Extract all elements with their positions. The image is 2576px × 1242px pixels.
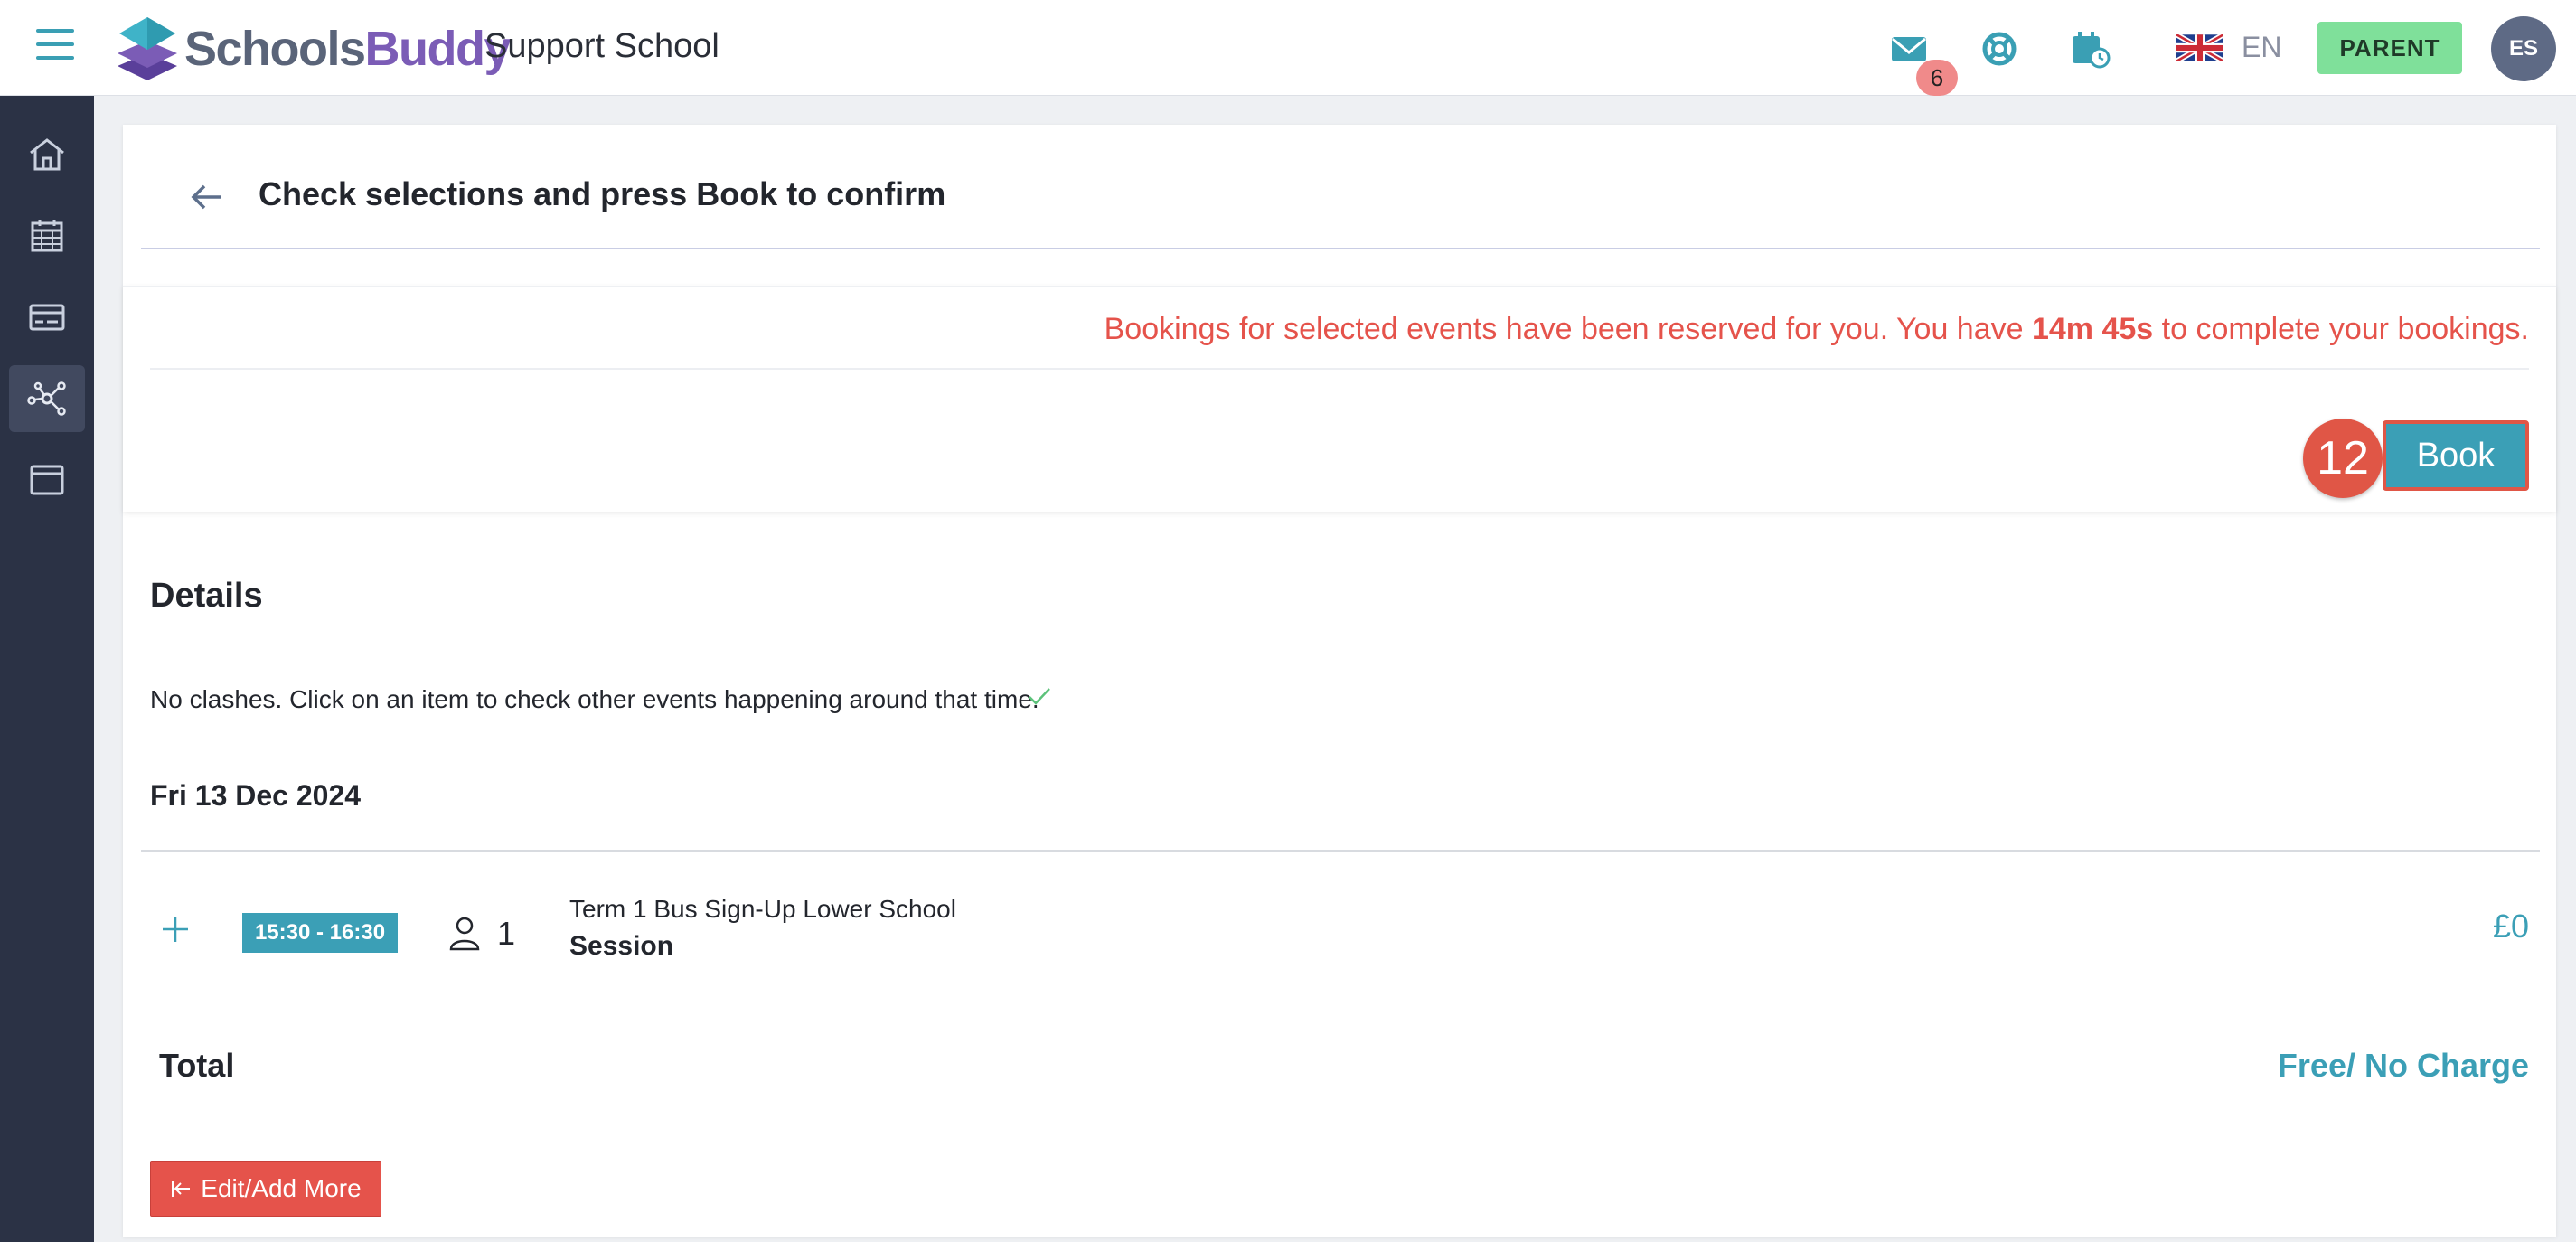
schoolsbuddy-logo[interactable]: SchoolsBuddy xyxy=(116,13,512,85)
unread-mail-badge: 6 xyxy=(1916,60,1958,96)
check-icon xyxy=(1029,688,1050,705)
role-switch-button[interactable]: PARENT xyxy=(2317,22,2462,74)
logo-text: SchoolsBuddy xyxy=(184,22,512,76)
reservation-divider xyxy=(150,368,2529,370)
sidebar-item-window[interactable] xyxy=(9,447,85,513)
event-type: Session xyxy=(569,931,674,961)
event-time-badge: 15:30 - 16:30 xyxy=(242,913,398,953)
sidebar-item-home[interactable] xyxy=(9,121,85,188)
calendar-clock-icon[interactable] xyxy=(2068,27,2111,71)
school-name: Support School xyxy=(484,27,719,65)
event-date: Fri 13 Dec 2024 xyxy=(150,779,362,812)
edit-add-more-button[interactable]: Edit/Add More xyxy=(150,1161,381,1217)
title-divider xyxy=(141,248,2540,249)
details-heading: Details xyxy=(150,577,263,615)
uk-flag-icon[interactable] xyxy=(2176,34,2223,61)
step-number-badge: 12 xyxy=(2303,419,2383,498)
date-divider xyxy=(141,850,2540,852)
window-icon xyxy=(30,465,64,495)
total-value: Free/ No Charge xyxy=(2277,1047,2529,1084)
event-row[interactable]: 15:30 - 16:30 1 Term 1 Bus Sign-Up Lower… xyxy=(123,857,2556,993)
book-button[interactable]: Book xyxy=(2383,420,2529,491)
support-lifebuoy-icon[interactable] xyxy=(1978,27,2021,71)
calendar-icon xyxy=(31,220,63,252)
edit-add-more-label: Edit/Add More xyxy=(201,1174,362,1202)
attendee-count: 1 xyxy=(497,915,516,952)
arrow-left-to-bar-icon xyxy=(172,1181,191,1197)
reservation-time-left: 14m 45s xyxy=(2031,312,2154,346)
back-arrow-icon[interactable] xyxy=(186,179,226,215)
menu-icon[interactable] xyxy=(36,29,74,63)
sidebar xyxy=(0,96,94,1242)
sidebar-item-activities[interactable] xyxy=(9,365,85,432)
event-name: Term 1 Bus Sign-Up Lower School xyxy=(569,895,956,923)
plus-icon[interactable] xyxy=(159,913,192,946)
network-icon xyxy=(27,381,66,416)
reservation-timer-message: Bookings for selected events have been r… xyxy=(1104,312,2529,346)
language-selector[interactable]: EN xyxy=(2242,31,2281,64)
sidebar-item-payments[interactable] xyxy=(9,284,85,351)
event-price: £0 xyxy=(2492,908,2529,945)
user-avatar[interactable]: ES xyxy=(2491,16,2556,81)
booking-confirmation-card: Check selections and press Book to confi… xyxy=(123,125,2556,1237)
payment-card-icon xyxy=(29,304,65,331)
person-icon xyxy=(449,917,480,951)
sidebar-item-calendar[interactable] xyxy=(9,202,85,269)
reservation-panel: Bookings for selected events have been r… xyxy=(123,286,2556,512)
clash-message: No clashes. Click on an item to check ot… xyxy=(150,685,1039,713)
logo-layers-icon xyxy=(118,17,177,80)
top-navigation-bar: SchoolsBuddy Support School 6 EN PARENT … xyxy=(0,0,2576,96)
total-label: Total xyxy=(159,1047,235,1084)
page-title: Check selections and press Book to confi… xyxy=(259,175,946,212)
home-icon xyxy=(30,138,64,171)
